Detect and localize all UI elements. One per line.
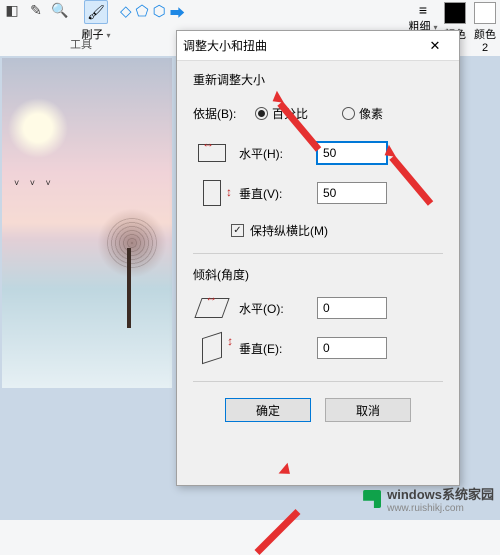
section-divider — [193, 253, 443, 254]
resize-horizontal-input[interactable] — [317, 142, 387, 164]
cancel-button-label: 取消 — [356, 402, 380, 419]
by-label: 依据(B): — [193, 105, 247, 122]
checkbox-icon: ✓ — [231, 224, 244, 237]
radio-dot-icon — [255, 107, 268, 120]
tree-decor — [97, 208, 167, 328]
tools-section-label: 工具 — [70, 36, 92, 52]
brush-icon: 🖌 — [84, 0, 108, 24]
skew-horizontal-input[interactable] — [317, 297, 387, 319]
watermark: windows系统家园 www.ruishikj.com — [363, 484, 494, 514]
radio-dot-icon — [342, 107, 355, 120]
vertical-resize-icon: ↕ — [193, 179, 231, 207]
skew-h-label: 水平(O): — [239, 300, 309, 317]
skew-vertical-input[interactable] — [317, 337, 387, 359]
hexagon-shape-icon[interactable]: ⬡ — [153, 2, 166, 23]
color2-label: 颜色 2 — [470, 26, 500, 54]
color-picker-icon[interactable]: ✎ — [26, 0, 46, 20]
dialog-title: 调整大小和扭曲 — [183, 37, 417, 54]
maintain-aspect-checkbox[interactable]: ✓ 保持纵横比(M) — [231, 222, 328, 239]
resize-v-row: ↕ 垂直(V): — [193, 178, 443, 208]
cancel-button[interactable]: 取消 — [325, 398, 411, 422]
resize-h-label: 水平(H): — [239, 145, 309, 162]
dialog-titlebar[interactable]: 调整大小和扭曲 ✕ — [177, 31, 459, 61]
shapes-group[interactable]: ◇ ⬠ ⬡ ⮕ — [120, 0, 185, 23]
chevron-down-icon: ▾ — [107, 31, 111, 40]
canvas-image[interactable]: ˅ ˅ ˅ — [2, 58, 172, 388]
section-divider — [193, 381, 443, 382]
dialog-buttons: 确定 取消 — [177, 384, 459, 422]
ribbon-tools-peek: ◧ ✎ 🔍 — [0, 0, 70, 20]
color2-group[interactable]: 颜色 2 — [470, 0, 500, 54]
color2-swatch — [474, 2, 496, 24]
maintain-aspect-label: 保持纵横比(M) — [250, 222, 328, 239]
close-button[interactable]: ✕ — [417, 34, 453, 58]
resize-h-row: ↔ 水平(H): — [193, 138, 443, 168]
ok-button-label: 确定 — [256, 402, 280, 419]
watermark-logo-icon — [363, 490, 381, 508]
resize-section-title: 重新调整大小 — [193, 71, 443, 88]
color1-swatch — [444, 2, 466, 24]
resize-vertical-input[interactable] — [317, 182, 387, 204]
radio-percentage-label: 百分比 — [272, 105, 308, 122]
line-weight-group[interactable]: ≡ 粗细 ▾ — [406, 0, 440, 34]
watermark-text: windows系统家园 — [387, 484, 494, 503]
skew-h-row: ↔ 水平(O): — [193, 293, 443, 323]
ok-button[interactable]: 确定 — [225, 398, 311, 422]
skew-v-label: 垂直(E): — [239, 340, 309, 357]
eraser-icon[interactable]: ◧ — [2, 0, 22, 20]
skew-v-row: ↕ 垂直(E): — [193, 333, 443, 363]
by-row: 依据(B): 百分比 像素 — [193, 98, 443, 128]
vertical-skew-icon: ↕ — [193, 334, 231, 362]
resize-skew-dialog: 调整大小和扭曲 ✕ 重新调整大小 依据(B): 百分比 像素 ↔ 水平(H): — [176, 30, 460, 486]
resize-section: 重新调整大小 依据(B): 百分比 像素 ↔ 水平(H): ↕ 垂直 — [177, 61, 459, 251]
skew-section: 倾斜(角度) ↔ 水平(O): ↕ 垂直(E): — [177, 256, 459, 379]
watermark-url: www.ruishikj.com — [387, 503, 494, 514]
pentagon-shape-icon[interactable]: ⬠ — [136, 2, 149, 23]
radio-pixels-label: 像素 — [359, 105, 383, 122]
radio-percentage[interactable]: 百分比 — [255, 105, 308, 122]
diamond-shape-icon[interactable]: ◇ — [120, 2, 132, 23]
horizontal-resize-icon: ↔ — [193, 139, 231, 167]
arrow-right-shape-icon[interactable]: ⮕ — [170, 2, 185, 23]
magnifier-icon[interactable]: 🔍 — [50, 0, 70, 20]
horizontal-skew-icon: ↔ — [193, 294, 231, 322]
skew-section-title: 倾斜(角度) — [193, 266, 443, 283]
birds-decor: ˅ ˅ ˅ — [14, 178, 55, 188]
resize-v-label: 垂直(V): — [239, 185, 309, 202]
radio-pixels[interactable]: 像素 — [342, 105, 383, 122]
